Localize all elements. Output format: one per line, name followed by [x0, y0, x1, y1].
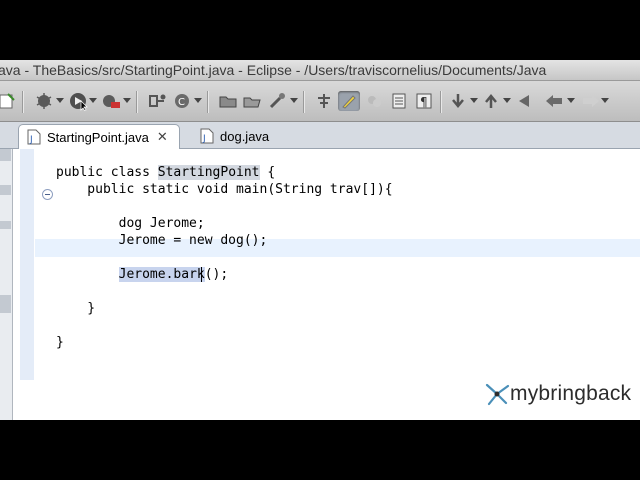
close-tab-icon[interactable]: ✕: [157, 129, 168, 145]
toolbar-separator: [22, 91, 24, 113]
code-rest: ();: [204, 267, 229, 282]
fold-collapse-icon[interactable]: [42, 189, 53, 200]
java-file-icon: J: [200, 128, 214, 144]
toolbar-separator: [136, 91, 138, 113]
search-dropdown[interactable]: [290, 98, 298, 103]
forward-icon[interactable]: [580, 91, 602, 111]
tab-label: dog.java: [220, 128, 270, 144]
tab-startingpoint-java[interactable]: J StartingPoint.java ✕: [18, 124, 180, 149]
code-line: Jerome = new dog();: [56, 233, 268, 248]
code-keywords: public class: [56, 165, 158, 180]
toolbar-separator: [303, 91, 305, 113]
svg-text:J: J: [29, 135, 33, 145]
run-dropdown[interactable]: [89, 98, 97, 103]
show-whitespace-icon[interactable]: ¶: [413, 91, 435, 111]
tab-label: StartingPoint.java: [47, 129, 149, 145]
code-line: }: [56, 335, 64, 350]
java-file-icon: J: [27, 129, 41, 145]
code-line: dog Jerome;: [56, 216, 205, 231]
code-brace: {: [259, 165, 276, 180]
task-icon[interactable]: [388, 91, 410, 111]
toolbar: C ¶: [0, 81, 640, 122]
mark-icon[interactable]: [363, 91, 385, 111]
back-icon[interactable]: [543, 91, 565, 111]
text-caret: [201, 267, 202, 282]
svg-text:C: C: [178, 97, 185, 108]
left-panel-edge: [0, 149, 13, 420]
current-scope-band: [20, 149, 34, 380]
next-annotation-dropdown[interactable]: [470, 98, 478, 103]
tab-dog-java[interactable]: J dog.java: [192, 124, 269, 148]
highlight-icon[interactable]: [338, 91, 360, 111]
new-package-icon[interactable]: [146, 91, 168, 111]
mybringback-logo-icon: [485, 383, 510, 406]
svg-text:J: J: [202, 134, 206, 144]
editor-tab-bar: J StartingPoint.java ✕ J dog.java: [0, 122, 640, 149]
window-title: ava - TheBasics/src/StartingPoint.java -…: [0, 62, 547, 78]
last-edit-icon[interactable]: [513, 91, 535, 111]
external-tools-icon[interactable]: [100, 91, 122, 111]
svg-text:¶: ¶: [420, 95, 428, 109]
eclipse-window: ava - TheBasics/src/StartingPoint.java -…: [0, 60, 640, 420]
watermark-text: mybringback: [510, 382, 632, 405]
forward-dropdown[interactable]: [601, 98, 609, 103]
code-line: }: [56, 301, 96, 316]
external-tools-dropdown[interactable]: [123, 98, 131, 103]
new-icon[interactable]: [0, 91, 18, 111]
code-line: Jerome.bark();: [56, 266, 228, 283]
class-name: StartingPoint: [157, 165, 260, 180]
annotation-icon[interactable]: [313, 91, 335, 111]
code-line: public class StartingPoint {: [56, 164, 275, 181]
next-annotation-icon[interactable]: [447, 91, 469, 111]
prev-annotation-icon[interactable]: [480, 91, 502, 111]
run-icon[interactable]: [67, 91, 89, 111]
new-class-dropdown[interactable]: [194, 98, 202, 103]
back-dropdown[interactable]: [567, 98, 575, 103]
toolbar-separator: [207, 91, 209, 113]
debug-dropdown[interactable]: [56, 98, 64, 103]
search-icon[interactable]: [267, 91, 289, 111]
title-bar: ava - TheBasics/src/StartingPoint.java -…: [0, 60, 640, 81]
open-folder-icon[interactable]: [217, 91, 239, 111]
editor-gutter: [20, 149, 34, 420]
prev-annotation-dropdown[interactable]: [503, 98, 511, 103]
code-line: public static void main(String trav[]){: [56, 182, 393, 197]
watermark: mybringback: [484, 382, 631, 406]
open-type-icon[interactable]: [241, 91, 263, 111]
new-class-icon[interactable]: C: [172, 91, 194, 111]
debug-icon[interactable]: [33, 91, 55, 111]
toolbar-separator: [440, 91, 442, 113]
selected-text: Jerome.bark: [118, 267, 205, 282]
